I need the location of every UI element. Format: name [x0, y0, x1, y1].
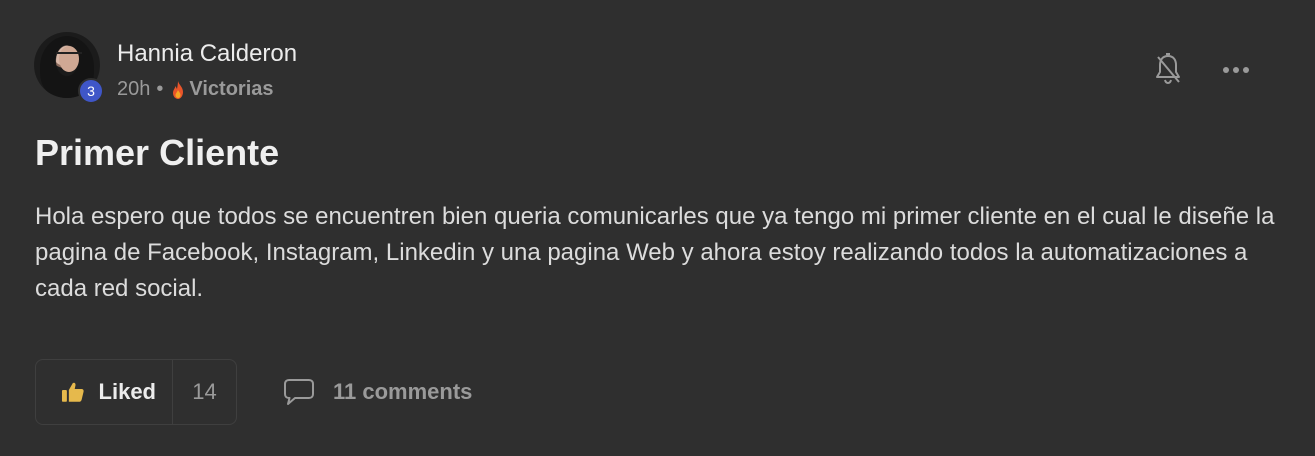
post-title: Primer Cliente: [35, 132, 280, 173]
like-button[interactable]: Liked: [36, 360, 173, 424]
comment-icon: [284, 379, 314, 405]
post-time: 20h: [117, 78, 151, 100]
post-category[interactable]: Victorias: [169, 78, 274, 101]
post-body: Hola espero que todos se encuentren bien…: [35, 203, 1275, 302]
more-options-button[interactable]: [1216, 58, 1256, 82]
comments-label: 11 comments: [333, 379, 473, 404]
like-count[interactable]: 14: [173, 379, 236, 405]
like-group: Liked 14: [35, 359, 237, 425]
level-badge: 3: [78, 78, 104, 104]
post-card: 3 Hannia Calderon 20h • Victorias Primer…: [0, 0, 1315, 456]
notifications-toggle-button[interactable]: [1150, 52, 1186, 88]
fire-icon: [173, 80, 184, 99]
thumbs-up-icon: [61, 382, 84, 402]
post-meta: 20h • Victorias: [117, 78, 274, 101]
meta-separator: •: [156, 78, 164, 100]
like-label: Liked: [98, 379, 156, 404]
bell-off-icon: [1156, 53, 1180, 85]
more-horizontal-icon: [1223, 67, 1229, 73]
category-label: Victorias: [189, 78, 274, 100]
author-avatar[interactable]: 3: [34, 32, 104, 104]
author-name[interactable]: Hannia Calderon: [117, 40, 297, 68]
comments-button[interactable]: 11 comments: [283, 375, 472, 409]
